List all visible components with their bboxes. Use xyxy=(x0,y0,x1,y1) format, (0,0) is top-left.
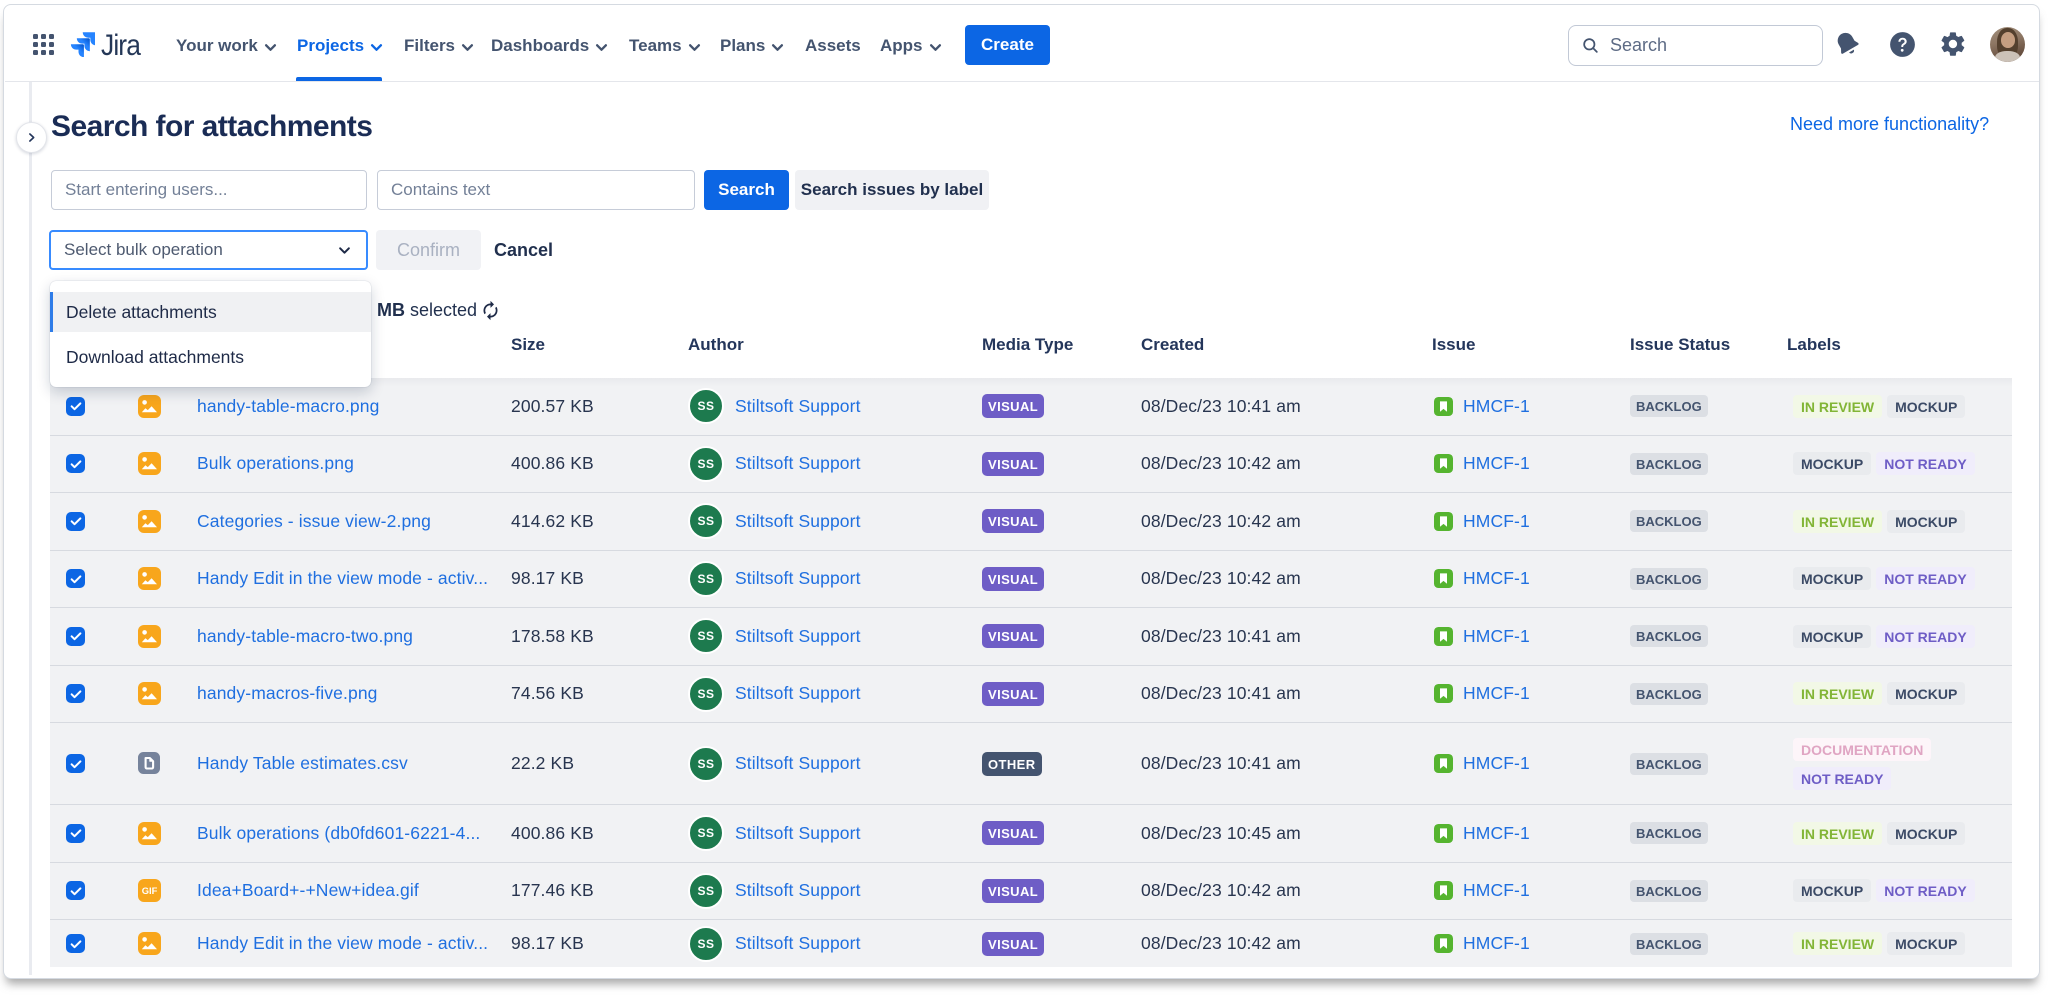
svg-text:GIF: GIF xyxy=(142,885,158,896)
